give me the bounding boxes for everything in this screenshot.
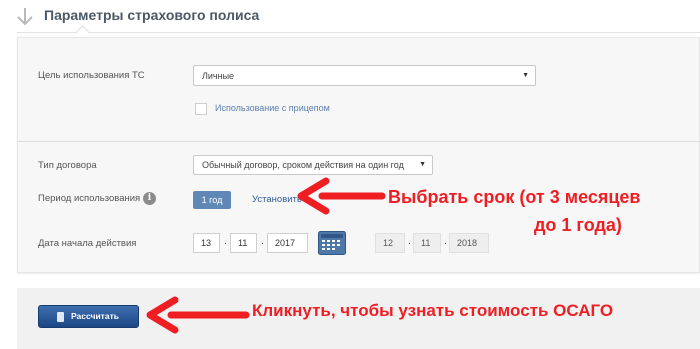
down-arrow-icon [17,8,33,26]
chevron-down-icon: ▼ [522,72,529,79]
start-day-input[interactable]: 13 [193,233,220,253]
end-day-field: 12 [375,233,405,253]
date-separator: . [261,236,264,247]
end-year-field: 2018 [449,233,489,253]
usage-period-label: Период использования [38,193,141,204]
form-divider [18,141,700,142]
set-period-link[interactable]: Установить [252,194,302,205]
period-annotation-line2: до 1 года) [534,215,622,235]
contract-type-value: Обычный договор, сроком действия на один… [202,160,404,170]
contract-type-label: Тип договора [38,160,97,171]
contract-type-select[interactable]: Обычный договор, сроком действия на один… [193,155,433,175]
start-year-input[interactable]: 2017 [267,233,308,253]
vehicle-use-select[interactable]: Личные ▼ [193,65,536,86]
start-month-input[interactable]: 11 [230,233,257,253]
chevron-down-icon: ▼ [419,161,426,168]
header-divider [17,32,700,33]
period-annotation-line1: Выбрать срок (от 3 месяцев [388,187,641,207]
date-separator: . [224,236,227,247]
header-notch [76,25,89,38]
end-month-field: 11 [413,233,441,253]
date-separator: . [444,236,447,247]
calculate-button-label: Рассчитать [71,311,119,321]
calculate-button[interactable]: Рассчитать [38,305,139,328]
info-icon[interactable]: i [143,192,156,205]
vehicle-use-label: Цель использования ТС [38,70,145,81]
period-1-year-button[interactable]: 1 год [193,191,231,209]
date-separator: . [408,236,411,247]
red-arrow-icon [297,177,386,215]
trailer-checkbox-label[interactable]: Использование с прицепом [215,103,330,113]
section-title: Параметры страхового полиса [44,7,260,23]
vehicle-use-value: Личные [202,71,235,81]
calculate-annotation: Кликнуть, чтобы узнать стоимость ОСАГО [252,301,614,320]
calculator-icon [57,312,64,322]
calendar-icon[interactable] [318,231,346,255]
trailer-checkbox[interactable] [195,103,207,115]
start-date-label: Дата начала действия [38,238,137,249]
red-arrow-icon [146,296,250,334]
